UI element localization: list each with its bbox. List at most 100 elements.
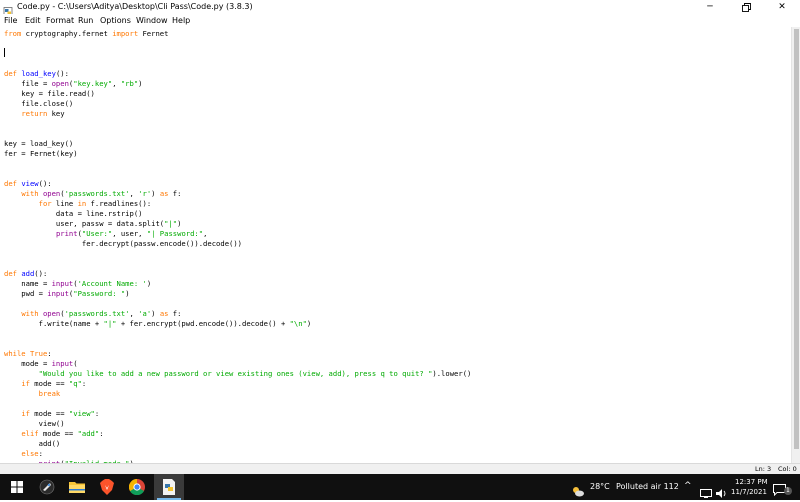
code-string: "\n" <box>289 319 307 328</box>
weather-status[interactable]: Polluted air 112 <box>616 482 679 492</box>
code-text: mode == <box>29 379 69 388</box>
menu-run[interactable]: Run <box>78 15 93 26</box>
menu-window[interactable]: Window <box>136 15 168 26</box>
clock-date[interactable]: 11/7/2021 <box>731 487 767 497</box>
scrollbar-thumb[interactable] <box>794 29 799 449</box>
menu-help[interactable]: Help <box>172 15 190 26</box>
code-keyword: in <box>77 199 87 208</box>
code-string: "Password: " <box>73 289 126 298</box>
title-bar: Code.py - C:\Users\Aditya\Desktop\Cli Pa… <box>0 0 800 17</box>
code-editor[interactable]: from cryptography.fernet import Fernet de… <box>0 27 791 463</box>
taskbar-app-python[interactable] <box>32 474 62 500</box>
code-text: mode == <box>29 409 69 418</box>
vertical-scrollbar[interactable] <box>791 27 800 463</box>
taskbar-app-file-explorer[interactable] <box>62 474 92 500</box>
code-text: pwd = <box>4 289 48 298</box>
code-line: return key <box>4 109 64 119</box>
code-text: : <box>99 429 104 438</box>
code-line: elif mode == "add": <box>4 429 104 439</box>
code-keyword: break <box>38 389 61 398</box>
code-line: fer.decrypt(passw.encode()).decode()) <box>4 239 242 249</box>
menu-format[interactable]: Format <box>46 15 74 26</box>
code-text: cryptography.fernet <box>21 29 113 38</box>
clock-time[interactable]: 12:37 PM <box>735 477 768 487</box>
menu-file[interactable]: File <box>4 15 17 26</box>
windows-start-button[interactable] <box>2 474 32 500</box>
column-indicator: Col: 0 <box>778 465 797 473</box>
code-text: , <box>129 189 139 198</box>
chevron-up-icon[interactable]: ^ <box>684 481 692 491</box>
code-text: ).lower() <box>432 369 472 378</box>
code-keyword: while <box>4 349 26 358</box>
restore-icon <box>741 2 751 12</box>
code-def-name: load_key <box>21 69 56 78</box>
text-cursor <box>4 48 5 57</box>
code-string: "User:" <box>81 229 113 238</box>
code-text: : <box>94 409 100 418</box>
code-text: key = file.read() <box>4 89 95 98</box>
menu-options[interactable]: Options <box>100 15 131 26</box>
close-button[interactable]: ✕ <box>764 0 800 14</box>
code-line: for line in f.readlines(): <box>4 199 152 209</box>
taskbar-app-idle-editor[interactable] <box>154 474 184 500</box>
code-keyword: with <box>21 189 39 198</box>
menu-edit[interactable]: Edit <box>25 15 41 26</box>
code-line: fer = Fernet(key) <box>4 149 78 159</box>
code-line: def view(): <box>4 179 52 189</box>
code-text: ) <box>138 79 143 88</box>
code-text: ( <box>73 359 78 368</box>
code-line: data = line.rstrip() <box>4 209 143 219</box>
python-rocket-icon <box>39 479 55 495</box>
code-text: ) <box>151 309 160 318</box>
weather-temperature[interactable]: 28°C <box>590 482 610 492</box>
code-text: data = line.rstrip() <box>4 209 143 218</box>
windows-logo-icon <box>11 481 23 493</box>
window-title: Code.py - C:\Users\Aditya\Desktop\Cli Pa… <box>17 2 253 11</box>
code-text: f: <box>168 189 182 198</box>
menu-bar: File Edit Format Run Options Window Help <box>0 14 800 27</box>
minimize-button[interactable]: ─ <box>692 0 728 14</box>
code-text: f.write(name + <box>4 319 104 328</box>
code-line: view() <box>4 419 65 429</box>
code-text: : <box>38 449 43 458</box>
network-icon[interactable] <box>700 483 712 502</box>
code-keyword: def <box>4 269 17 278</box>
code-builtin: open <box>51 79 69 88</box>
code-line: file = open("key.key", "rb") <box>4 79 143 89</box>
code-keyword: return <box>21 109 48 118</box>
code-line: "Would you like to add a new password or… <box>4 369 472 379</box>
code-string: "|" <box>103 319 117 328</box>
code-line: pwd = input("Password: ") <box>4 289 129 299</box>
restore-button[interactable] <box>728 0 764 14</box>
code-line: if mode == "q": <box>4 379 86 389</box>
code-def-name: view <box>21 179 39 188</box>
code-line: def add(): <box>4 269 47 279</box>
code-text: file = <box>4 79 52 88</box>
code-line: file.close() <box>4 99 73 109</box>
code-text: line <box>51 199 78 208</box>
code-text: name = <box>4 279 52 288</box>
code-line: with open('passwords.txt', 'r') as f: <box>4 189 181 199</box>
taskbar-app-brave[interactable] <box>92 474 122 500</box>
brave-lion-icon <box>100 479 114 495</box>
code-text: add() <box>4 439 61 448</box>
volume-icon[interactable] <box>716 483 727 502</box>
taskbar-app-chrome[interactable] <box>122 474 152 500</box>
notification-badge: 1 <box>784 487 792 495</box>
code-keyword: for <box>38 199 52 208</box>
code-text: ) <box>146 279 152 288</box>
code-def-name: add <box>21 269 35 278</box>
code-line: user, passw = data.split("|") <box>4 219 182 229</box>
code-text: , <box>203 229 208 238</box>
code-text: ) <box>151 189 160 198</box>
code-line: from cryptography.fernet import Fernet <box>4 29 168 39</box>
code-keyword: if <box>21 379 30 388</box>
code-text: file.close() <box>4 99 74 108</box>
line-indicator: Ln: 3 <box>755 465 772 473</box>
code-keyword: else <box>21 449 39 458</box>
code-string: "rb" <box>120 79 139 88</box>
